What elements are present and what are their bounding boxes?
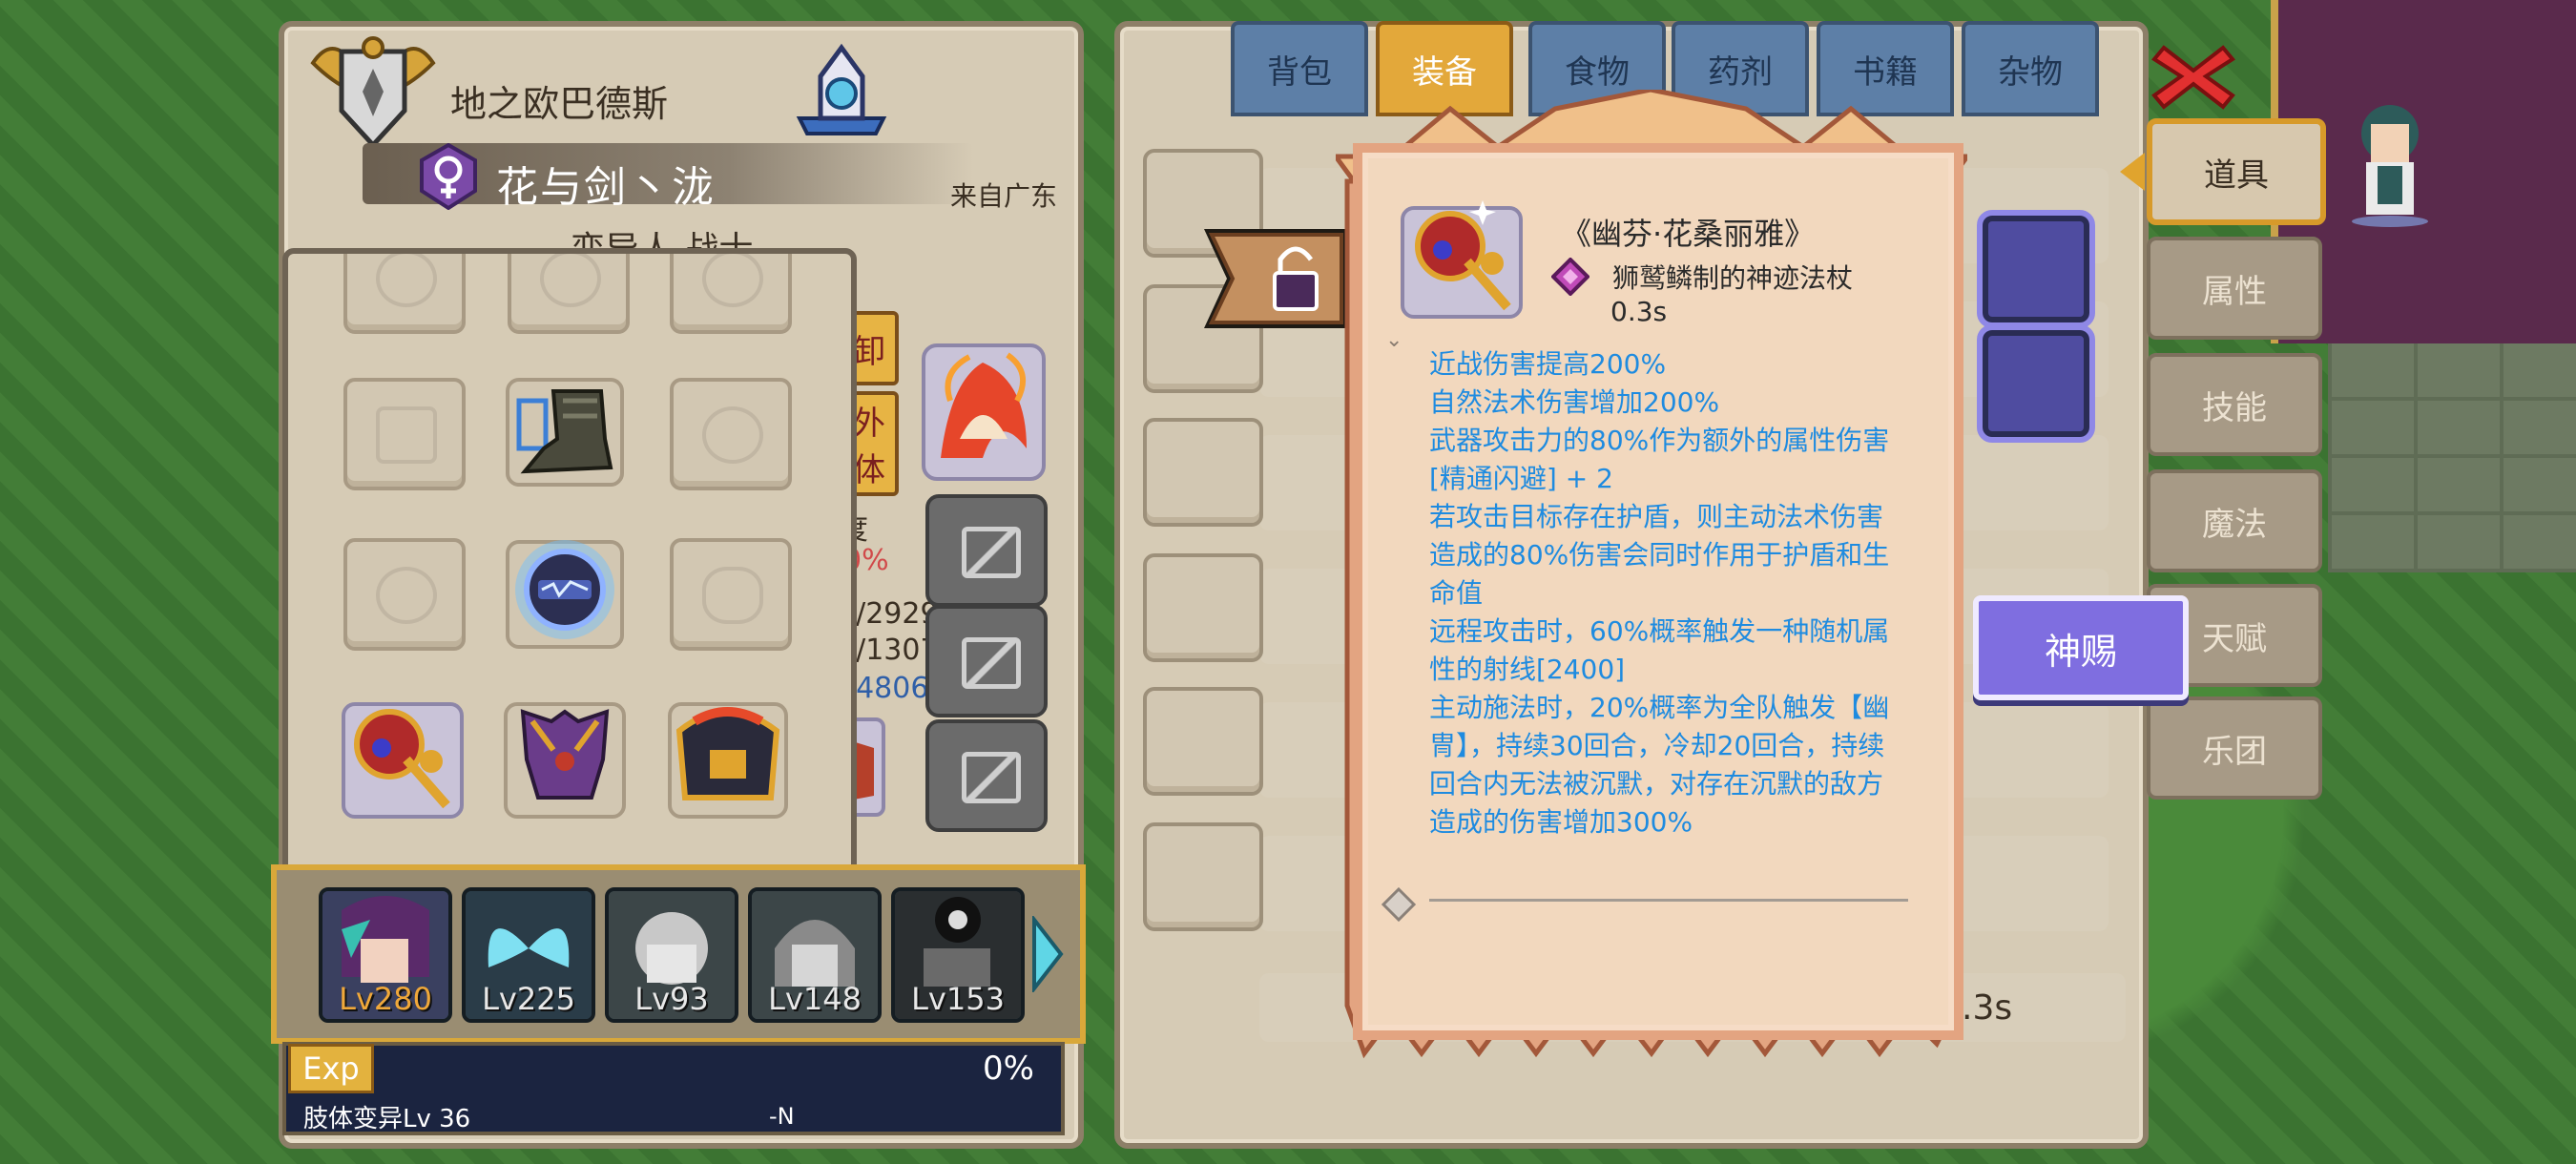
female-symbol-icon bbox=[420, 143, 477, 210]
exp-label: Exp bbox=[288, 1044, 374, 1093]
side-tab-label: 乐团 bbox=[2202, 732, 2267, 771]
chevron-down-icon: ⌄ bbox=[1385, 328, 1403, 352]
side-tab-label: 魔法 bbox=[2202, 505, 2267, 544]
crest-icon bbox=[310, 36, 436, 149]
party-member-5[interactable]: Lv153 bbox=[891, 887, 1025, 1023]
party-bar: Lv280 Lv225 Lv93 Lv148 Lv153 bbox=[271, 864, 1086, 1044]
outer-body-label-1: 外 bbox=[853, 405, 885, 443]
separator-diamond-icon bbox=[1381, 887, 1416, 922]
party-member-level: Lv153 bbox=[911, 981, 1005, 1017]
weapon-slot-fire-beast[interactable] bbox=[922, 343, 1046, 481]
side-tab-skills[interactable]: 技能 bbox=[2147, 353, 2322, 456]
side-tab-items[interactable]: 道具 bbox=[2147, 118, 2326, 225]
equipment-grid bbox=[282, 248, 857, 880]
side-tab-attributes[interactable]: 属性 bbox=[2147, 237, 2322, 340]
locked-slot-2[interactable] bbox=[925, 605, 1048, 717]
equip-slot-brain-1[interactable] bbox=[670, 378, 792, 490]
tooltip-line: 若攻击目标存在护盾，则主动法术伤害造成的80%伤害会同时作用于护盾和生命值 bbox=[1429, 501, 1890, 609]
staff-item-icon bbox=[1401, 200, 1523, 319]
inventory-slot-3[interactable] bbox=[1143, 418, 1263, 527]
equip-slot-pauldron[interactable] bbox=[666, 693, 790, 821]
equip-slot-core[interactable] bbox=[504, 527, 628, 651]
tooltip-cast-time: 0.3s bbox=[1610, 296, 1668, 327]
tooltip-separator bbox=[1429, 899, 1908, 902]
tab-label: 药剂 bbox=[1708, 52, 1773, 92]
unequip-label: 卸 bbox=[853, 332, 885, 371]
close-icon[interactable] bbox=[2150, 38, 2236, 114]
equip-slot-2[interactable] bbox=[508, 254, 630, 334]
party-member-2[interactable]: Lv225 bbox=[462, 887, 595, 1023]
party-member-4[interactable]: Lv148 bbox=[748, 887, 882, 1023]
locked-slot-3[interactable] bbox=[925, 719, 1048, 832]
tab-label: 背包 bbox=[1267, 52, 1332, 92]
equip-slot-3[interactable] bbox=[670, 254, 792, 334]
unlock-icon[interactable] bbox=[1204, 229, 1345, 328]
party-member-level: Lv280 bbox=[339, 981, 432, 1017]
tooltip-line: 自然法术伤害增加200% bbox=[1429, 386, 1720, 418]
equip-slot-eye[interactable] bbox=[670, 538, 792, 651]
character-name: 地之欧巴德斯 bbox=[450, 83, 669, 125]
rank-badge-icon[interactable] bbox=[792, 38, 891, 137]
tooltip-line: [精通闪避] + 2 bbox=[1429, 463, 1613, 494]
equip-slot-chest-armor[interactable] bbox=[504, 693, 628, 821]
mutation-level-text: 肢体变异Lv 36 bbox=[303, 1105, 471, 1133]
stone-wall-background bbox=[2328, 343, 2576, 572]
side-tab-label: 天赋 bbox=[2202, 619, 2267, 658]
tooltip-description: 近战伤害提高200% 自然法术伤害增加200% 武器攻击力的80%作为额外的属性… bbox=[1429, 345, 1906, 842]
tab-label: 食物 bbox=[1565, 52, 1630, 92]
divine-gift-label: 神赐 bbox=[2044, 630, 2117, 673]
equip-slot-hand[interactable] bbox=[343, 378, 466, 490]
inventory-slot-6[interactable] bbox=[1143, 822, 1263, 931]
side-tab-label: 道具 bbox=[2204, 156, 2269, 195]
exp-bar bbox=[282, 1042, 1065, 1099]
party-member-level: Lv93 bbox=[634, 981, 709, 1017]
side-tab-label: 技能 bbox=[2202, 388, 2267, 427]
party-member-level: Lv225 bbox=[482, 981, 575, 1017]
side-tab-magic[interactable]: 魔法 bbox=[2147, 469, 2322, 572]
side-tab-band[interactable]: 乐团 bbox=[2147, 696, 2322, 800]
party-member-level: Lv148 bbox=[768, 981, 862, 1017]
party-next-arrow-icon[interactable] bbox=[1030, 916, 1065, 992]
side-tab-pointer-icon bbox=[2120, 153, 2145, 191]
divine-gift-button[interactable]: 神赐 bbox=[1973, 595, 2189, 700]
tooltip-line: 近战伤害提高200% bbox=[1429, 348, 1667, 380]
tooltip-line: 武器攻击力的80%作为额外的属性伤害 bbox=[1429, 425, 1890, 456]
outer-body-label-2: 体 bbox=[853, 451, 885, 489]
tab-label: 装备 bbox=[1412, 52, 1477, 92]
npc-sprite[interactable] bbox=[2337, 95, 2442, 229]
party-member-3[interactable]: Lv93 bbox=[605, 887, 738, 1023]
tooltip-subtitle: 狮鹫鳞制的神迹法杖 bbox=[1612, 262, 1854, 294]
origin-text: 来自广东 bbox=[950, 180, 1058, 212]
tab-misc[interactable]: 杂物 bbox=[1962, 21, 2099, 116]
side-tab-label: 属性 bbox=[2202, 272, 2267, 311]
rarity-diamond-icon bbox=[1551, 258, 1589, 296]
exp-value: 0% bbox=[983, 1050, 1034, 1088]
equip-slot-1[interactable] bbox=[343, 254, 466, 334]
tooltip-title: 《幽芬·花桑丽雅》 bbox=[1561, 216, 1816, 252]
gem-socket-2[interactable] bbox=[1977, 324, 2095, 443]
equip-slot-brain-2[interactable] bbox=[343, 538, 466, 651]
status-mid-text: -N bbox=[769, 1103, 795, 1130]
party-member-1[interactable]: Lv280 bbox=[319, 887, 452, 1023]
tab-label: 书籍 bbox=[1853, 52, 1918, 92]
tooltip-line: 远程攻击时，60%概率触发一种随机属性的射线[2400] bbox=[1429, 615, 1890, 685]
tab-label: 杂物 bbox=[1998, 52, 2063, 92]
equip-slot-boots[interactable] bbox=[506, 372, 626, 488]
inventory-slot-4[interactable] bbox=[1143, 553, 1263, 662]
inventory-slot-5[interactable] bbox=[1143, 687, 1263, 796]
gem-socket-1[interactable] bbox=[1977, 210, 2095, 328]
locked-slot-1[interactable] bbox=[925, 494, 1048, 607]
tooltip-line: 主动施法时，20%概率为全队触发【幽冑】，持续30回合，冷却20回合，持续回合内… bbox=[1429, 692, 1890, 838]
inventory-row-value: .3s bbox=[1962, 988, 2013, 1028]
equip-slot-staff[interactable] bbox=[340, 693, 466, 821]
player-name: 花与剑丶泷 bbox=[496, 163, 716, 212]
